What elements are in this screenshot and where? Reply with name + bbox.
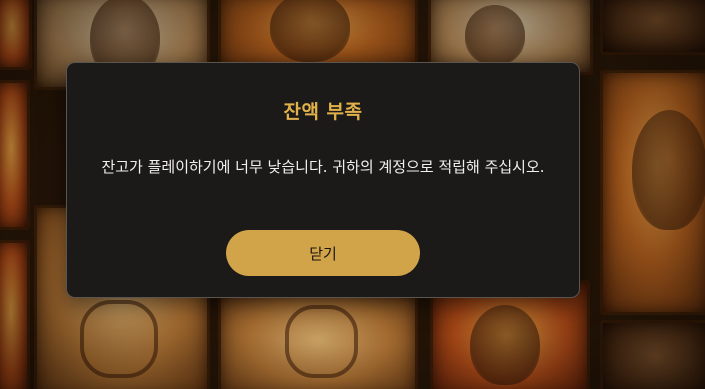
- insufficient-balance-dialog: 잔액 부족 잔고가 플레이하기에 너무 낮습니다. 귀하의 계정으로 적립해 주…: [66, 62, 580, 298]
- dialog-title: 잔액 부족: [283, 101, 363, 123]
- close-button[interactable]: 닫기: [226, 230, 420, 276]
- dialog-message: 잔고가 플레이하기에 너무 낮습니다. 귀하의 계정으로 적립해 주십시오.: [101, 158, 545, 176]
